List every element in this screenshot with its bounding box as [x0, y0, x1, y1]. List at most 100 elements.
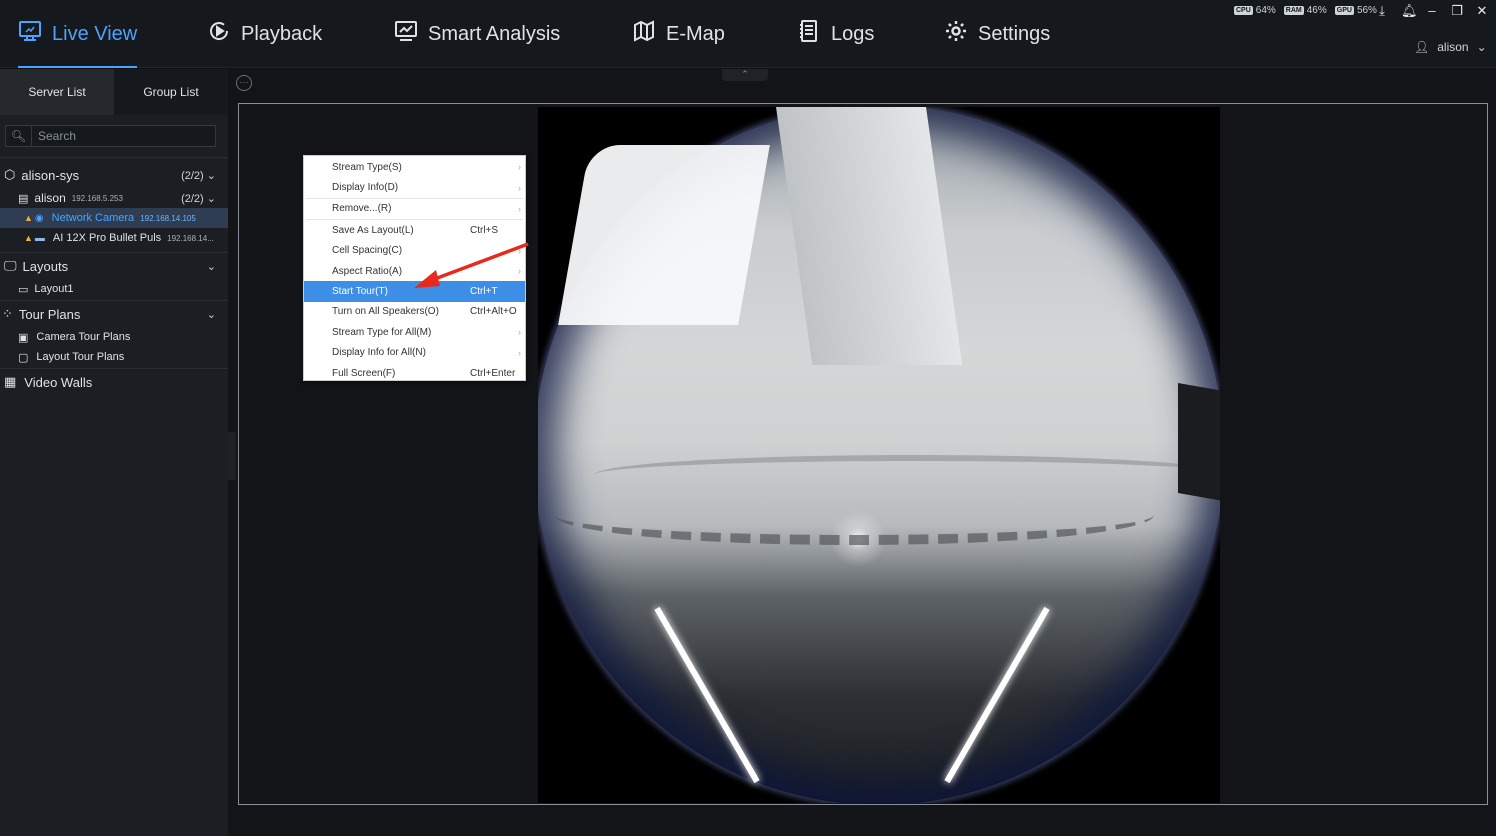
chevron-right-icon: ›	[518, 347, 521, 358]
server-count: (2/2) ⌄	[181, 169, 216, 182]
gpu-value: 56%	[1356, 5, 1377, 16]
nav-settings[interactable]: Settings	[944, 0, 1050, 68]
search-icon: 🔍︎	[6, 126, 32, 146]
more-icon[interactable]: ···	[236, 75, 252, 91]
menu-item-display-info[interactable]: Display Info(D) ›	[304, 177, 525, 197]
tour-plans-section[interactable]: ⁘ Tour Plans ⌄	[0, 301, 228, 327]
username: alison	[1437, 40, 1469, 54]
bell-icon[interactable]: 🔔︎	[1401, 3, 1418, 19]
device-item[interactable]: ▤ alison 192.168.5.253 (2/2) ⌄	[0, 188, 228, 208]
dome-camera-icon: ◉	[34, 212, 44, 224]
menu-item-label: Remove...(R)	[332, 203, 392, 215]
window-controls: ⤓ 🔔︎ – ❐ ✕	[1376, 3, 1488, 19]
camera-feed[interactable]	[538, 107, 1220, 803]
map-icon	[632, 19, 656, 49]
nav-e-map[interactable]: E-Map	[632, 0, 725, 68]
camera-item[interactable]: ▲ ◉ Network Camera 192.168.14.105	[0, 208, 228, 228]
layout-tour-icon: ▢	[18, 351, 29, 364]
menu-item-label: Start Tour(T)	[332, 286, 388, 298]
camera-ip: 192.168.14...	[167, 233, 214, 243]
ram-value: 46%	[1306, 5, 1327, 16]
layouts-section[interactable]: 🖵︎ Layouts ⌄	[0, 253, 228, 279]
sidebar: Server List Group List 🔍︎ Search ⬡ aliso…	[0, 69, 228, 836]
minimize-icon[interactable]: –	[1426, 3, 1438, 19]
nav-playback-label: Playback	[241, 22, 323, 45]
server-name: alison-sys	[21, 167, 80, 183]
chevron-right-icon: ›	[518, 203, 521, 214]
server-item[interactable]: ⬡ alison-sys (2/2) ⌄	[0, 162, 228, 188]
chevron-right-icon: ›	[518, 162, 521, 173]
cpu-value: 64%	[1255, 5, 1276, 16]
nav-smart-analysis[interactable]: Smart Analysis	[394, 0, 560, 68]
ram-icon: RAM	[1283, 6, 1304, 15]
server-icon: ⬡	[4, 167, 16, 182]
video-wall-icon: ▦	[4, 374, 17, 389]
tour-plan-item[interactable]: ▣ Camera Tour Plans	[0, 327, 228, 347]
chevron-right-icon: ›	[518, 327, 521, 338]
nav-logs-label: Logs	[831, 22, 875, 45]
feed-light	[944, 606, 1050, 784]
layout-name: Layout1	[34, 283, 74, 295]
menu-item-label: Stream Type for All(M)	[332, 326, 432, 338]
close-icon[interactable]: ✕	[1476, 3, 1488, 19]
nav-playback[interactable]: Playback	[207, 0, 322, 68]
menu-item-label: Turn on All Speakers(O)	[332, 306, 439, 318]
menu-item-stream-type[interactable]: Stream Type(S) ›	[304, 157, 525, 177]
warning-icon: ▲	[24, 233, 33, 243]
menu-item-label: Full Screen(F)	[332, 367, 396, 379]
search-placeholder: Search	[38, 129, 77, 143]
nvr-icon: ▤	[18, 192, 29, 205]
tour-plans-label: Tour Plans	[18, 306, 81, 322]
menu-item-turn-on-all-speakers[interactable]: Turn on All Speakers(O) Ctrl+Alt+O	[304, 302, 525, 322]
tour-plan-item[interactable]: ▢ Layout Tour Plans	[0, 347, 228, 367]
menu-item-remove[interactable]: Remove...(R) ›	[304, 199, 525, 219]
restore-icon[interactable]: ❐	[1451, 3, 1463, 19]
nav-e-map-label: E-Map	[666, 22, 725, 45]
feed-vent	[554, 485, 1154, 545]
download-icon[interactable]: ⤓	[1376, 3, 1388, 19]
sidebar-collapse-handle[interactable]	[228, 432, 236, 480]
chevron-down-icon: ⌄	[206, 260, 216, 273]
gpu-stat: GPU 56%	[1334, 5, 1377, 16]
layout-icon: ▭	[18, 283, 29, 296]
device-ip: 192.168.5.253	[71, 193, 123, 203]
chevron-down-icon: ⌄	[1476, 40, 1487, 54]
layouts-icon: 🖵︎	[4, 258, 17, 273]
tab-server-list[interactable]: Server List	[0, 69, 114, 115]
menu-item-save-as-layout[interactable]: Save As Layout(L) Ctrl+S	[304, 220, 525, 240]
nav-smart-analysis-label: Smart Analysis	[428, 22, 561, 45]
menu-item-full-screen[interactable]: Full Screen(F) Ctrl+Enter	[304, 363, 525, 383]
tab-group-list[interactable]: Group List	[114, 69, 228, 115]
warning-icon: ▲	[24, 213, 33, 223]
sidebar-tabs: Server List Group List	[0, 69, 228, 115]
feed-window	[558, 145, 770, 325]
camera-name: Network Camera	[51, 212, 135, 224]
divider	[0, 157, 228, 158]
nav-live-view-label: Live View	[52, 22, 138, 45]
menu-item-label: Display Info for All(N)	[332, 347, 426, 359]
camera-item[interactable]: ▲ ▬ AI 12X Pro Bullet Puls 192.168.14...	[0, 228, 228, 248]
device-name: alison	[34, 191, 66, 205]
annotation-arrow	[414, 242, 529, 288]
camera-name: AI 12X Pro Bullet Puls	[52, 232, 162, 244]
camera-tour-icon: ▣	[18, 331, 29, 344]
video-walls-section[interactable]: ▦ Video Walls	[0, 369, 228, 395]
menu-item-stream-type-for-all[interactable]: Stream Type for All(M) ›	[304, 322, 525, 342]
user-menu[interactable]: 👤︎ alison ⌄	[1414, 40, 1487, 54]
monitor-icon	[18, 19, 42, 49]
gear-icon	[944, 19, 968, 49]
menu-item-shortcut: Ctrl+Enter	[470, 367, 516, 379]
layouts-label: Layouts	[22, 258, 69, 274]
tour-plan-name: Layout Tour Plans	[36, 351, 125, 363]
menu-item-shortcut: Ctrl+Alt+O	[470, 306, 517, 318]
nav-live-view[interactable]: Live View	[18, 0, 138, 68]
playback-icon	[207, 19, 231, 49]
layout-item[interactable]: ▭ Layout1	[0, 279, 228, 299]
collapse-toolbar-handle[interactable]: ⌃	[722, 69, 768, 81]
search-input[interactable]: 🔍︎ Search	[5, 125, 216, 147]
tour-plan-name: Camera Tour Plans	[36, 331, 131, 343]
nav-logs[interactable]: Logs	[797, 0, 874, 68]
cpu-icon: CPU	[1234, 6, 1253, 15]
menu-item-label: Cell Spacing(C)	[332, 245, 403, 257]
menu-item-display-info-for-all[interactable]: Display Info for All(N) ›	[304, 343, 525, 363]
